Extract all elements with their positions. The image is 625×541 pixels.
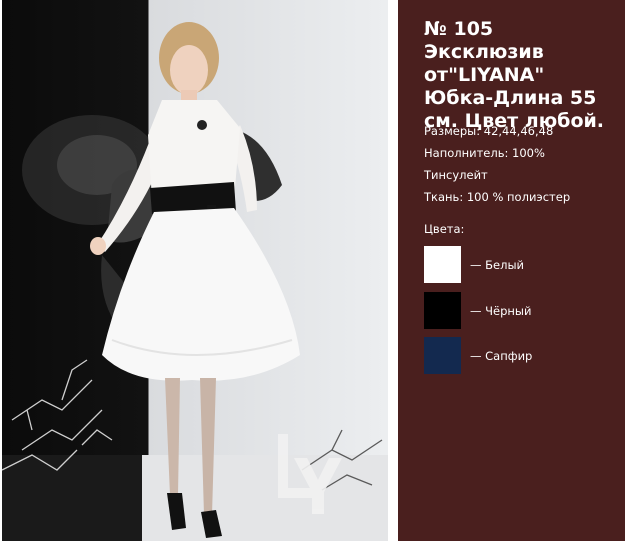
product-photo — [2, 0, 388, 541]
color-swatch-sapphire[interactable] — [424, 337, 461, 374]
model-illustration — [2, 22, 388, 541]
spec-sizes: Размеры: 42,44,46,48 — [424, 124, 554, 138]
color-option-white[interactable]: — Белый — [424, 246, 524, 283]
product-info-panel: № 105 Эксклюзив от"LIYANA" Юбка-Длина 55… — [398, 0, 625, 541]
color-label-white: — Белый — [470, 257, 525, 272]
spec-filling: Наполнитель: 100% — [424, 146, 545, 160]
product-title: № 105 Эксклюзив от"LIYANA" Юбка-Длина 55… — [424, 18, 605, 132]
color-option-sapphire[interactable]: — Сапфир — [424, 337, 532, 374]
product-photo-frame — [0, 0, 398, 541]
spec-filling-material: Тинсулейт — [424, 168, 488, 182]
color-swatch-white[interactable] — [424, 246, 461, 283]
colors-label: Цвета: — [424, 222, 465, 236]
color-swatch-black[interactable] — [424, 292, 461, 329]
color-option-black[interactable]: — Чёрный — [424, 292, 532, 329]
color-label-sapphire: — Сапфир — [470, 348, 533, 363]
spec-fabric: Ткань: 100 % полиэстер — [424, 190, 571, 204]
product-specs: Размеры: 42,44,46,48 Наполнитель: 100% Т… — [424, 120, 614, 208]
color-label-black: — Чёрный — [470, 303, 532, 318]
product-page: № 105 Эксклюзив от"LIYANA" Юбка-Длина 55… — [0, 0, 625, 541]
